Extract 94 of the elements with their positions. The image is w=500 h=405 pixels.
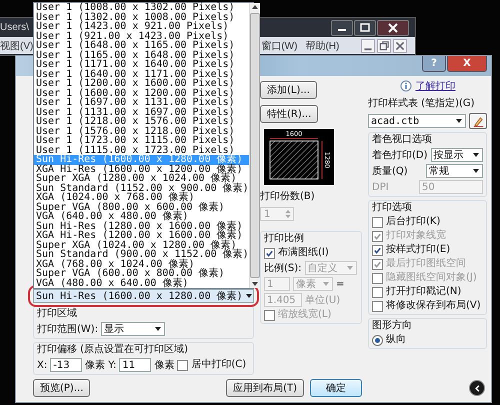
info-icon	[400, 80, 412, 92]
unit-label: 像素	[85, 358, 106, 372]
spin-arrows-icon	[284, 208, 292, 220]
unit-label: 单位(U)	[305, 294, 340, 307]
group-title: 打印区域	[37, 308, 78, 320]
list-item[interactable]: User 1 (1697.00 x 1131.00 Pixels)	[34, 98, 249, 108]
scrollbar-thumb[interactable]	[250, 13, 260, 278]
list-item[interactable]: User 1 (921.00 x 1423.00 Pixels)	[34, 32, 249, 41]
group-title: 着色视口选项	[372, 134, 433, 146]
close-button[interactable]: X	[447, 56, 487, 72]
list-item[interactable]: User 1 (1648.00 x 1165.00 Pixels)	[34, 41, 249, 50]
paper-size-dropdown[interactable]: Sun Hi-Res (1600.00 x 1280.00 像素)	[33, 289, 254, 303]
field-label: 打印范围(W):	[37, 322, 98, 336]
y-offset-field[interactable]: 11	[119, 358, 152, 372]
list-item[interactable]: User 1 (1576.00 x 1218.00 Pixels)	[34, 126, 249, 136]
expand-button[interactable]	[469, 380, 485, 396]
center-plot-checkbox[interactable]: 居中打印(C)	[177, 359, 246, 371]
list-item[interactable]: XGA Hi-Res (1200.00 x 1600.00 像素)	[34, 231, 249, 240]
field-label: 质量(Q)	[372, 164, 409, 178]
down-arrow-icon[interactable]	[250, 280, 260, 288]
list-item[interactable]: User 1 (1008.00 x 1302.00 Pixels)	[34, 3, 249, 12]
preview-button[interactable]: 预览(P)...	[33, 379, 90, 397]
plot-range-dropdown[interactable]: 显示	[101, 322, 166, 336]
menu-item[interactable]: 视图(V)	[0, 38, 34, 52]
ok-button[interactable]: 确定	[310, 379, 362, 397]
menu-item[interactable]: 窗口(W)	[261, 38, 298, 52]
list-item[interactable]: User 1 (1723.00 x 1115.00 Pixels)	[34, 136, 249, 146]
plot-option-checkbox[interactable]: 将修改保存到布局(V)	[372, 300, 483, 312]
apply-to-layout-button[interactable]: 应用到布局(T)	[226, 379, 304, 397]
quality-dropdown[interactable]: 常规	[426, 164, 483, 178]
caret-icon	[244, 293, 253, 299]
maximize-icon[interactable]	[354, 20, 376, 36]
caret-icon	[472, 152, 480, 158]
list-item[interactable]: Super XGA (1280.00 x 1024.00 像素)	[34, 174, 249, 184]
list-item[interactable]: User 1 (1302.00 x 1008.00 Pixels)	[34, 12, 249, 22]
list-item[interactable]: VGA (480.00 x 640.00 像素)	[34, 278, 249, 288]
menu-item[interactable]: 帮助(H)	[305, 38, 340, 52]
list-item[interactable]: User 1 (1165.00 x 1648.00 Pixels)	[34, 50, 249, 60]
group-title: 打印偏移 (原点设置在可打印区域)	[37, 344, 189, 356]
group-title: 打印比例	[264, 233, 305, 245]
list-item[interactable]: Sun Standard (900.00 x 1152.00 像素)	[34, 250, 249, 260]
learn-plot-link[interactable]: 了解打印	[416, 79, 456, 93]
field-label: 着色打印(D)	[372, 148, 428, 162]
list-item[interactable]: User 1 (1640.00 x 1171.00 Pixels)	[34, 70, 249, 79]
x-offset-field[interactable]: -13	[50, 358, 82, 372]
restore-icon[interactable]	[377, 38, 391, 52]
caret-icon	[154, 326, 162, 332]
list-item[interactable]: User 1 (1115.00 x 1723.00 Pixels)	[34, 146, 249, 155]
field-label: 比例(S):	[264, 262, 302, 275]
close-icon[interactable]	[377, 20, 409, 36]
add-button[interactable]: 添加(L)...	[260, 81, 317, 99]
list-item[interactable]: Super VGA (600.00 x 800.00 像素)	[34, 269, 249, 278]
group-title: 图形方向	[372, 320, 413, 332]
list-item[interactable]: User 1 (1218.00 x 1576.00 Pixels)	[34, 117, 249, 126]
minimize-icon[interactable]	[331, 20, 353, 36]
equals-sign: =	[336, 278, 344, 290]
unit-label: 像素	[154, 358, 174, 372]
list-item[interactable]: VGA (640.00 x 480.00 像素)	[34, 212, 249, 222]
plot-option-checkbox[interactable]: 打开打印戳记(N)	[372, 286, 483, 298]
list-item[interactable]: XGA (768.00 x 1024.00 像素)	[34, 260, 249, 269]
caret-icon	[472, 168, 480, 174]
group-title: 打印选项	[372, 202, 413, 214]
window-title: Users\	[0, 22, 29, 33]
plot-style-dropdown[interactable]: acad.ctb	[368, 114, 466, 128]
group-title: 打印样式表 (笔指定)(G)	[368, 96, 476, 110]
pen-icon	[472, 114, 485, 128]
caret-icon	[322, 281, 330, 287]
list-item[interactable]: Sun Hi-Res (1280.00 x 1600.00 像素)	[34, 222, 249, 231]
up-arrow-icon[interactable]	[250, 3, 260, 11]
list-item[interactable]: Super VGA (800.00 x 600.00 像素)	[34, 202, 249, 212]
list-item[interactable]: User 1 (1171.00 x 1640.00 Pixels)	[34, 60, 249, 70]
field-label: 打印份数(B)	[260, 190, 315, 203]
caret-icon	[346, 265, 354, 271]
properties-button[interactable]: 特性(R)...	[260, 105, 318, 123]
plot-option-checkbox[interactable]: 后台打印(K)	[372, 216, 483, 228]
field-label: X:	[37, 360, 48, 370]
caret-icon	[455, 118, 464, 124]
list-item[interactable]: User 1 (1423.00 x 921.00 Pixels)	[34, 22, 249, 32]
shade-plot-dropdown[interactable]: 按显示	[430, 148, 483, 162]
list-item[interactable]: User 1 (1600.00 x 1200.00 Pixels)	[34, 88, 249, 98]
list-item[interactable]: XGA (1024.00 x 768.00 像素)	[34, 193, 249, 202]
list-item[interactable]: Sun Standard (1152.00 x 900.00 像素)	[34, 184, 249, 193]
field-label: DPI	[372, 182, 390, 192]
orientation-radio[interactable]: 纵向	[372, 334, 483, 346]
field-label: Y:	[108, 360, 116, 370]
chevron-icon	[472, 384, 482, 392]
scrollbar[interactable]	[248, 3, 260, 288]
list-item[interactable]: Super XGA (1024.00 x 1280.00 像素)	[34, 240, 249, 250]
check-icon	[265, 248, 274, 258]
list-item[interactable]: XGA Hi-Res (1600.00 x 1200.00 像素)	[34, 164, 249, 174]
list-item[interactable]: User 1 (1131.00 x 1697.00 Pixels)	[34, 108, 249, 117]
list-item[interactable]: User 1 (1200.00 x 1600.00 Pixels)	[34, 79, 249, 88]
edit-button[interactable]	[469, 113, 487, 129]
plot-option-checkbox[interactable]: 按样式打印(E)	[372, 244, 483, 256]
